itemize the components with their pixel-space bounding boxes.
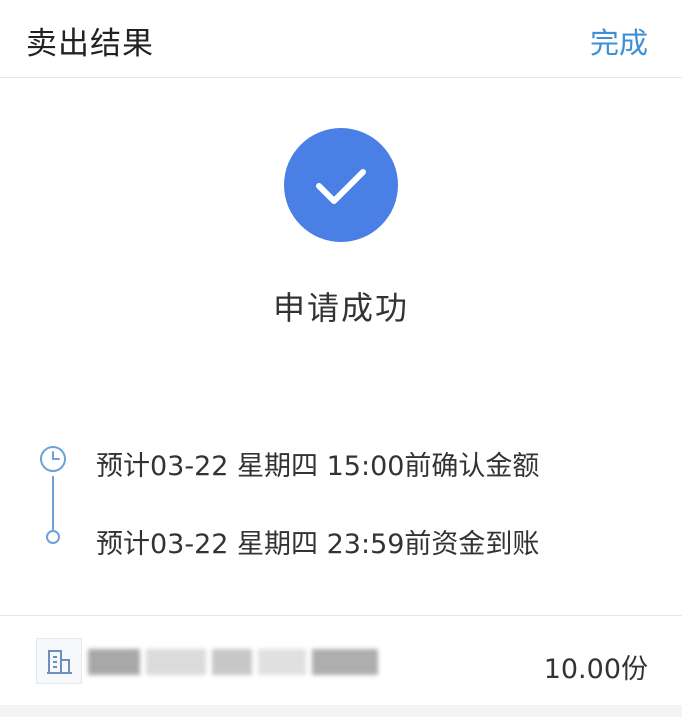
fund-shares: 10.00份: [543, 654, 648, 685]
status-text: 申请成功: [272, 289, 409, 327]
fund-name-redacted: [88, 649, 378, 675]
page-title: 卖出结果: [26, 26, 154, 62]
sell-result-page: 卖出结果 完成 申请成功 预计03-22 星期四 15:00前确认金额 预计03…: [0, 0, 682, 717]
bottom-divider: [0, 705, 682, 717]
header-bar: 卖出结果 完成: [0, 0, 682, 78]
dot-icon: [46, 530, 60, 544]
timeline: 预计03-22 星期四 15:00前确认金额 预计03-22 星期四 23:59…: [0, 430, 682, 570]
timeline-step-confirm: 预计03-22 星期四 15:00前确认金额: [96, 451, 540, 482]
fund-row[interactable]: 10.00份: [0, 615, 682, 705]
clock-icon: [38, 444, 68, 474]
done-button[interactable]: 完成: [590, 20, 648, 62]
timeline-step-arrival: 预计03-22 星期四 23:59前资金到账: [96, 529, 540, 560]
timeline-line: [52, 476, 54, 530]
building-icon: [36, 638, 82, 684]
check-circle-icon: [284, 128, 398, 242]
